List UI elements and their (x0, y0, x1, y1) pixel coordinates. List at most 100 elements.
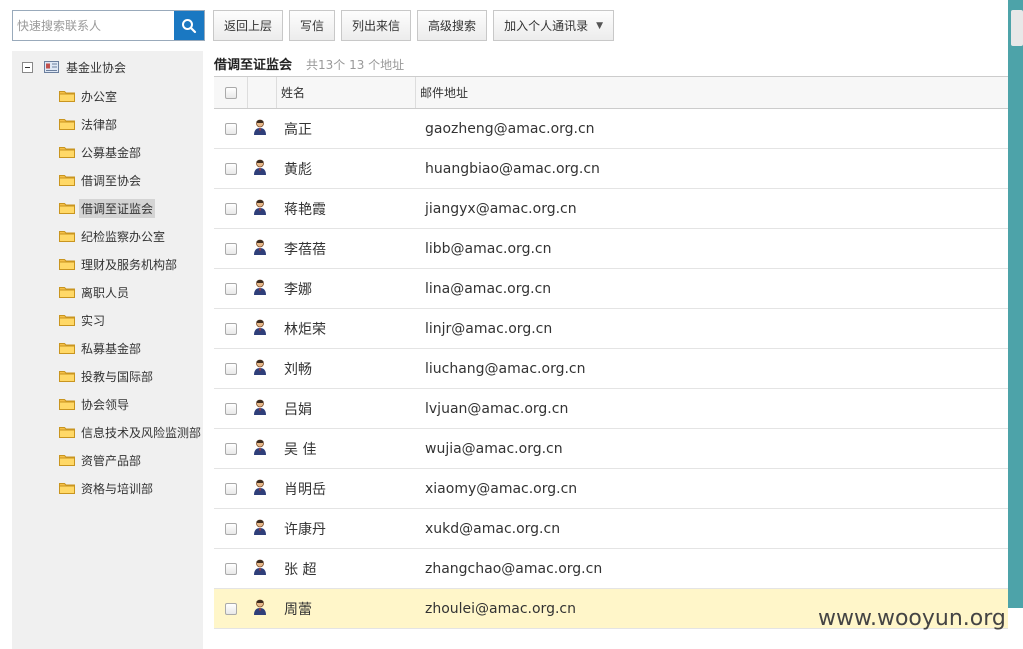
compose-button[interactable]: 写信 (289, 10, 336, 41)
contact-email[interactable]: lina@amac.org.cn (415, 281, 1008, 297)
add-to-contacts-dropdown[interactable]: 加入个人通讯录 ▼ (493, 10, 614, 41)
contact-name: 肖明岳 (284, 481, 326, 498)
folder-icon (59, 91, 75, 102)
group-header: 借调至证监会 共13个 13 个地址 (214, 54, 404, 73)
tree-item[interactable]: 法律部 (59, 115, 119, 133)
search-input[interactable] (13, 11, 174, 40)
table-row[interactable]: 李蓓蓓 libb@amac.org.cn (214, 229, 1008, 269)
row-checkbox[interactable] (224, 562, 237, 575)
tree-item[interactable]: 借调至协会 (59, 171, 143, 189)
row-checkbox[interactable] (224, 522, 237, 535)
contact-email[interactable]: gaozheng@amac.org.cn (415, 121, 1008, 137)
table-row[interactable]: 林炬荣 linjr@amac.org.cn (214, 309, 1008, 349)
row-checkbox[interactable] (224, 362, 237, 375)
table-row[interactable]: 许康丹 xukd@amac.org.cn (214, 509, 1008, 549)
tree-item-label: 实习 (81, 313, 106, 328)
contact-name: 许康丹 (284, 521, 326, 538)
tree-item-label: 办公室 (81, 89, 118, 104)
contact-email[interactable]: jiangyx@amac.org.cn (415, 201, 1008, 217)
column-header-email[interactable]: 邮件地址 (415, 84, 1008, 101)
table-header: 姓名 邮件地址 (214, 76, 1008, 109)
tree-item[interactable]: 理财及服务机构部 (59, 255, 179, 273)
folder-icon (59, 175, 75, 186)
tree-item-label: 借调至协会 (81, 173, 142, 188)
table-row[interactable]: 李娜 lina@amac.org.cn (214, 269, 1008, 309)
back-button[interactable]: 返回上层 (213, 10, 284, 41)
tree-item[interactable]: 资管产品部 (59, 451, 143, 469)
side-panel-tab[interactable] (1011, 10, 1023, 46)
contact-person-icon (254, 199, 266, 215)
column-header-name[interactable]: 姓名 (276, 84, 415, 101)
folder-icon (59, 399, 75, 410)
table-row[interactable]: 蒋艳霞 jiangyx@amac.org.cn (214, 189, 1008, 229)
collapse-icon[interactable] (22, 61, 33, 73)
contact-person-icon (254, 399, 266, 415)
table-row[interactable]: 吴 佳 wujia@amac.org.cn (214, 429, 1008, 469)
contact-person-icon (254, 239, 266, 255)
folder-icon (59, 371, 75, 382)
tree-item[interactable]: 协会领导 (59, 395, 131, 413)
contact-name: 蒋艳霞 (284, 201, 326, 218)
folder-icon (59, 203, 75, 214)
folder-icon (59, 147, 75, 158)
select-all-checkbox[interactable] (224, 86, 237, 99)
table-row[interactable]: 张 超 zhangchao@amac.org.cn (214, 549, 1008, 589)
folder-icon (59, 287, 75, 298)
contact-person-icon (254, 159, 266, 175)
row-checkbox[interactable] (224, 602, 237, 615)
contact-email[interactable]: libb@amac.org.cn (415, 241, 1008, 257)
row-checkbox[interactable] (224, 402, 237, 415)
contact-name: 林炬荣 (284, 321, 326, 338)
tree-item[interactable]: 实习 (59, 311, 107, 329)
list-incoming-button[interactable]: 列出来信 (341, 10, 412, 41)
contact-email[interactable]: lvjuan@amac.org.cn (415, 401, 1008, 417)
search-button[interactable] (174, 11, 204, 40)
table-row[interactable]: 肖明岳 xiaomy@amac.org.cn (214, 469, 1008, 509)
page: 返回上层 写信 列出来信 高级搜索 加入个人通讯录 ▼ 基金业协会 办公室法律部… (0, 0, 1023, 649)
contact-email[interactable]: liuchang@amac.org.cn (415, 361, 1008, 377)
folder-icon (59, 119, 75, 130)
table-row[interactable]: 吕娟 lvjuan@amac.org.cn (214, 389, 1008, 429)
row-checkbox[interactable] (224, 282, 237, 295)
table-row[interactable]: 黄彪 huangbiao@amac.org.cn (214, 149, 1008, 189)
advanced-search-button[interactable]: 高级搜索 (417, 10, 488, 41)
tree-item[interactable]: 离职人员 (59, 283, 131, 301)
table-row[interactable]: 高正 gaozheng@amac.org.cn (214, 109, 1008, 149)
contact-person-icon (254, 559, 266, 575)
folder-icon (59, 427, 75, 438)
tree-item[interactable]: 资格与培训部 (59, 479, 155, 497)
contact-email[interactable]: huangbiao@amac.org.cn (415, 161, 1008, 177)
row-checkbox[interactable] (224, 482, 237, 495)
contact-email[interactable]: xukd@amac.org.cn (415, 521, 1008, 537)
tree-item[interactable]: 纪检监察办公室 (59, 227, 167, 245)
row-checkbox[interactable] (224, 322, 237, 335)
row-checkbox[interactable] (224, 202, 237, 215)
table-row[interactable]: 刘畅 liuchang@amac.org.cn (214, 349, 1008, 389)
contact-name: 刘畅 (284, 361, 312, 378)
folder-icon (59, 455, 75, 466)
contact-email[interactable]: xiaomy@amac.org.cn (415, 481, 1008, 497)
tree-item[interactable]: 公募基金部 (59, 143, 143, 161)
search-icon (182, 18, 197, 33)
group-count: 共13个 13 个地址 (306, 58, 405, 72)
tree-item-label: 借调至证监会 (79, 198, 156, 218)
contact-name: 高正 (284, 121, 312, 138)
add-to-contacts-label: 加入个人通讯录 (504, 19, 589, 33)
tree-root[interactable]: 基金业协会 (22, 59, 128, 75)
tree-item-label: 投教与国际部 (81, 369, 154, 384)
row-checkbox[interactable] (224, 122, 237, 135)
contact-email[interactable]: wujia@amac.org.cn (415, 441, 1008, 457)
row-checkbox[interactable] (224, 442, 237, 455)
contact-email[interactable]: linjr@amac.org.cn (415, 321, 1008, 337)
tree-item[interactable]: 借调至证监会 (59, 198, 156, 218)
tree-item[interactable]: 信息技术及风险监测部 (59, 423, 203, 441)
row-checkbox[interactable] (224, 242, 237, 255)
contact-email[interactable]: zhangchao@amac.org.cn (415, 561, 1008, 577)
tree-item[interactable]: 办公室 (59, 87, 119, 105)
row-checkbox[interactable] (224, 162, 237, 175)
tree-item[interactable]: 私募基金部 (59, 339, 143, 357)
watermark: www.wooyun.org (818, 606, 1006, 631)
contacts-table: 姓名 邮件地址 高正 gaozheng@amac.org.cn 黄彪 huangbia… (214, 76, 1008, 629)
tree-item-label: 理财及服务机构部 (81, 257, 178, 272)
tree-item[interactable]: 投教与国际部 (59, 367, 155, 385)
